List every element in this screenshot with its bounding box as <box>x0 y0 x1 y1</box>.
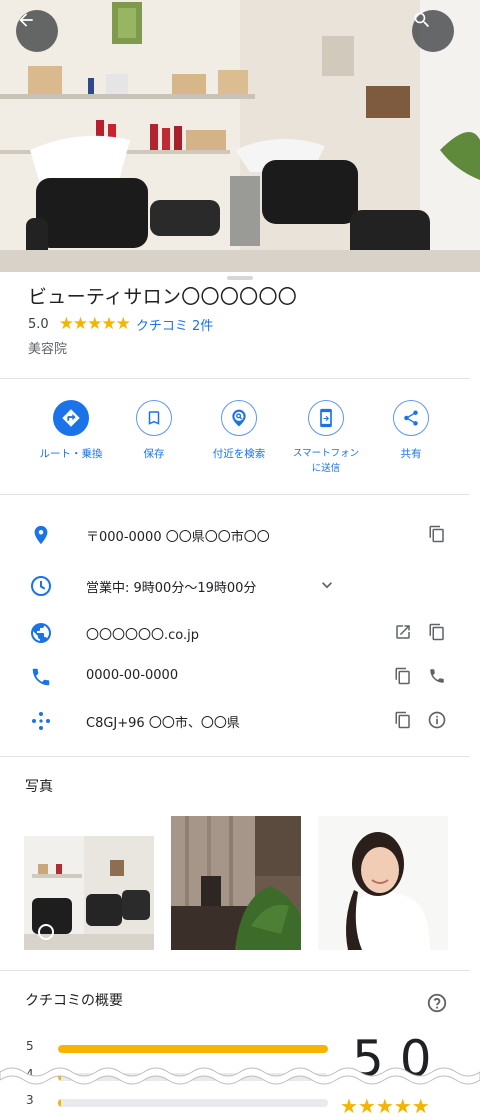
rating-value: 5.0 <box>28 316 49 332</box>
rating-bar-5: 5 <box>26 1039 328 1054</box>
plus-code-info-button[interactable] <box>426 709 448 731</box>
nearby-search-icon <box>232 409 246 427</box>
directions-button[interactable]: ルート・乗換 <box>26 400 116 462</box>
action-bar: ルート・乗換 保存 付近を検索 スマートフォン に送信 共有 <box>0 400 480 486</box>
photos-title: 写真 <box>25 779 53 795</box>
rating-bar-3: 3 <box>26 1093 328 1108</box>
rating-row: 5.0 ★★★★★ クチコミ 2件 <box>28 314 213 334</box>
save-button[interactable]: 保存 <box>109 400 199 462</box>
rating-bar-fill <box>58 1099 61 1107</box>
directions-icon <box>62 409 80 427</box>
rating-bar-label: 3 <box>26 1093 34 1107</box>
plus-code-row[interactable]: C8GJ+96 〇〇市、〇〇県 <box>0 705 480 735</box>
share-label: 共有 <box>400 448 422 460</box>
phone-icon <box>32 668 50 686</box>
plus-code-text: C8GJ+96 〇〇市、〇〇県 <box>86 716 240 731</box>
bookmark-icon <box>148 411 160 425</box>
torn-edge-overlay <box>0 1067 480 1085</box>
hero-photo[interactable] <box>0 0 480 272</box>
place-name: ビューティサロン〇〇〇〇〇〇 <box>28 286 298 308</box>
copy-icon <box>395 711 410 729</box>
directions-label: ルート・乗換 <box>39 448 103 460</box>
open-website-button[interactable] <box>392 621 414 643</box>
chevron-down-icon <box>322 582 332 589</box>
copy-website-button[interactable] <box>426 621 448 643</box>
photo-thumbnail[interactable] <box>171 816 301 950</box>
share-button[interactable]: 共有 <box>366 400 456 462</box>
address-row[interactable]: 〒000-0000 〇〇県〇〇市〇〇 <box>0 519 480 549</box>
copy-address-button[interactable] <box>426 523 448 545</box>
send-to-phone-icon <box>320 408 332 428</box>
phone-text: 0000-00-0000 <box>86 668 179 683</box>
share-icon <box>404 410 418 426</box>
phone-call-icon <box>430 669 444 683</box>
divider <box>0 756 470 757</box>
globe-icon <box>31 623 51 643</box>
copy-plus-code-button[interactable] <box>392 709 414 731</box>
divider <box>0 494 470 495</box>
copy-icon <box>395 667 410 685</box>
phone-row[interactable]: 0000-00-0000 <box>0 661 480 691</box>
portrait-photo <box>318 816 448 950</box>
clock-icon <box>31 576 51 596</box>
copy-phone-button[interactable] <box>392 665 414 687</box>
overall-stars: ★★★★★ <box>340 1094 430 1118</box>
send-to-phone-button[interactable]: スマートフォン に送信 <box>281 400 371 476</box>
nearby-search-button[interactable]: 付近を検索 <box>194 400 284 462</box>
search-icon <box>414 12 430 28</box>
send-to-phone-label: スマートフォン に送信 <box>292 448 360 474</box>
hours-text: 営業中: 9時00分～19時00分 <box>86 581 257 596</box>
nearby-search-label: 付近を検索 <box>212 448 266 460</box>
address-text: 〒000-0000 〇〇県〇〇市〇〇 <box>86 530 270 545</box>
divider <box>0 378 470 379</box>
copy-icon <box>429 525 444 543</box>
rating-bar-fill <box>58 1045 328 1053</box>
rating-bar-label: 5 <box>26 1039 34 1053</box>
open-in-new-icon <box>396 625 410 639</box>
help-button[interactable] <box>426 992 448 1014</box>
expand-hours-button[interactable] <box>316 574 338 596</box>
location-pin-icon <box>34 525 48 545</box>
salon-interior-image <box>0 0 480 272</box>
copy-icon <box>429 623 444 641</box>
website-text: 〇〇〇〇〇〇.co.jp <box>86 628 200 643</box>
help-icon <box>427 993 447 1013</box>
salon-chairs-photo <box>24 816 154 950</box>
sheet-drag-handle[interactable] <box>227 276 253 280</box>
back-button[interactable] <box>16 10 58 52</box>
arrow-left-icon <box>19 13 33 27</box>
search-button[interactable] <box>412 10 454 52</box>
review-count-link[interactable]: クチコミ 2件 <box>136 315 213 334</box>
hours-row[interactable]: 営業中: 9時00分～19時00分 <box>0 570 480 600</box>
plus-code-icon <box>32 712 50 730</box>
info-icon <box>428 711 446 729</box>
rating-stars: ★★★★★ <box>58 314 131 334</box>
website-row[interactable]: 〇〇〇〇〇〇.co.jp <box>0 617 480 647</box>
photo-thumbnail[interactable] <box>24 816 154 950</box>
photo-thumbnail[interactable] <box>318 816 448 950</box>
save-label: 保存 <box>143 448 165 460</box>
interior-plant-photo <box>171 816 301 950</box>
call-button[interactable] <box>426 665 448 687</box>
place-category: 美容院 <box>28 342 68 357</box>
review-summary-title: クチコミの概要 <box>25 993 123 1009</box>
divider <box>0 970 470 971</box>
